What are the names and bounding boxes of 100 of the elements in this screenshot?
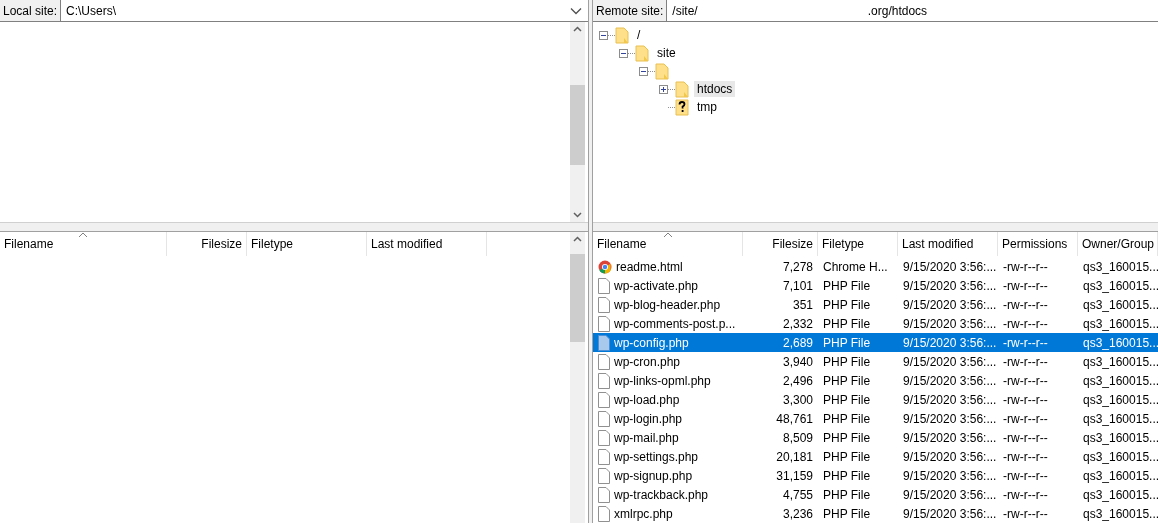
file-row[interactable]: wp-config.php 2,689 PHP File 9/15/2020 3:56:... -rw-r--r-- qs3_160015... bbox=[593, 333, 1158, 352]
table-cell: 351 bbox=[792, 297, 813, 312]
file-row[interactable]: wp-signup.php 31,159 PHP File 9/15/2020 3:56:... -rw-r--r-- qs3_160015... bbox=[593, 466, 1158, 485]
column-header[interactable]: Filetype bbox=[247, 232, 367, 256]
column-header[interactable]: Last modified bbox=[367, 232, 487, 256]
column-header[interactable]: Filesize bbox=[167, 232, 247, 256]
local-site-field[interactable]: C:\Users\ bbox=[60, 0, 588, 21]
table-cell: wp-config.php bbox=[614, 335, 689, 350]
table-cell: qs3_160015... bbox=[1083, 335, 1158, 350]
table-cell: 2,496 bbox=[782, 373, 813, 388]
table-cell: 9/15/2020 3:56:... bbox=[903, 373, 997, 388]
tree-item[interactable]: tmp bbox=[694, 99, 720, 115]
scrollbar[interactable] bbox=[570, 22, 585, 222]
scrollbar[interactable] bbox=[570, 232, 585, 523]
table-cell: 48,761 bbox=[776, 411, 813, 426]
file-row[interactable]: wp-links-opml.php 2,496 PHP File 9/15/2020 3:56:... -rw-r--r-- qs3_160015... bbox=[593, 371, 1158, 390]
table-cell: 9/15/2020 3:56:... bbox=[903, 278, 997, 293]
table-cell: wp-comments-post.p... bbox=[614, 316, 736, 331]
table-cell: 9/15/2020 3:56:... bbox=[903, 411, 997, 426]
file-row[interactable]: xmlrpc.php 3,236 PHP File 9/15/2020 3:56:... -rw-r--r-- qs3_160015... bbox=[593, 504, 1158, 523]
table-cell: PHP File bbox=[823, 468, 871, 483]
table-cell: qs3_160015... bbox=[1083, 354, 1158, 369]
column-header[interactable]: Permissions bbox=[998, 232, 1078, 256]
table-cell: 9/15/2020 3:56:... bbox=[903, 392, 997, 407]
browser-icon bbox=[598, 259, 612, 274]
column-header[interactable]: Last modified bbox=[898, 232, 998, 256]
table-cell: readme.html bbox=[616, 259, 683, 274]
file-row[interactable]: wp-cron.php 3,940 PHP File 9/15/2020 3:56:... -rw-r--r-- qs3_160015... bbox=[593, 352, 1158, 371]
table-cell: -rw-r--r-- bbox=[1003, 316, 1048, 331]
table-cell: 9/15/2020 3:56:... bbox=[903, 468, 997, 483]
file-row[interactable]: wp-activate.php 7,101 PHP File 9/15/2020 3:56:... -rw-r--r-- qs3_160015... bbox=[593, 276, 1158, 295]
table-cell: -rw-r--r-- bbox=[1003, 373, 1048, 388]
table-cell: -rw-r--r-- bbox=[1003, 468, 1048, 483]
tree-item[interactable]: htdocs bbox=[694, 81, 736, 97]
table-cell: 3,236 bbox=[782, 506, 813, 521]
file-row[interactable]: wp-login.php 48,761 PHP File 9/15/2020 3:56:... -rw-r--r-- qs3_160015... bbox=[593, 409, 1158, 428]
table-cell: 9/15/2020 3:56:... bbox=[903, 259, 997, 274]
table-cell: qs3_160015... bbox=[1083, 487, 1158, 502]
question-folder-icon bbox=[675, 98, 689, 116]
table-cell: PHP File bbox=[823, 392, 871, 407]
file-row[interactable]: wp-settings.php 20,181 PHP File 9/15/2020 3:56:... -rw-r--r-- qs3_160015... bbox=[593, 447, 1158, 466]
collapse-icon[interactable] bbox=[619, 48, 628, 58]
table-cell: 9/15/2020 3:56:... bbox=[903, 316, 997, 331]
table-cell: 31,159 bbox=[776, 468, 813, 483]
column-header[interactable]: Filename bbox=[593, 232, 743, 256]
scroll-thumb[interactable] bbox=[570, 254, 585, 342]
table-cell: 9/15/2020 3:56:... bbox=[903, 506, 997, 521]
table-cell: qs3_160015... bbox=[1083, 411, 1158, 426]
file-row[interactable]: wp-blog-header.php 351 PHP File 9/15/2020 3:56:... -rw-r--r-- qs3_160015... bbox=[593, 295, 1158, 314]
column-header[interactable]: Filesize bbox=[743, 232, 818, 256]
file-row[interactable]: wp-mail.php 8,509 PHP File 9/15/2020 3:56:... -rw-r--r-- qs3_160015... bbox=[593, 428, 1158, 447]
table-cell: qs3_160015... bbox=[1083, 468, 1158, 483]
collapse-icon[interactable] bbox=[639, 66, 648, 76]
collapse-icon[interactable] bbox=[599, 30, 608, 40]
table-cell: 2,332 bbox=[782, 316, 813, 331]
table-cell: -rw-r--r-- bbox=[1003, 278, 1048, 293]
file-row[interactable]: wp-comments-post.p... 2,332 PHP File 9/15/2020 3:56:... -rw-r--r-- qs3_160015... bbox=[593, 314, 1158, 333]
table-cell: -rw-r--r-- bbox=[1003, 430, 1048, 445]
table-cell: -rw-r--r-- bbox=[1003, 354, 1048, 369]
column-header[interactable]: Owner/Group bbox=[1078, 232, 1158, 256]
table-cell: -rw-r--r-- bbox=[1003, 335, 1048, 350]
table-cell: qs3_160015... bbox=[1083, 430, 1158, 445]
table-cell: wp-links-opml.php bbox=[614, 373, 711, 388]
column-header[interactable]: Filename bbox=[0, 232, 167, 256]
file-row[interactable]: wp-trackback.php 4,755 PHP File 9/15/2020 3:56:... -rw-r--r-- qs3_160015... bbox=[593, 485, 1158, 504]
scroll-thumb[interactable] bbox=[570, 85, 585, 165]
remote-site-label: Remote site: bbox=[595, 3, 665, 20]
table-cell: wp-signup.php bbox=[614, 468, 693, 483]
file-row[interactable]: readme.html 7,278 Chrome H... 9/15/2020 3:56:... -rw-r--r-- qs3_160015... bbox=[593, 257, 1158, 276]
table-cell: 3,940 bbox=[782, 354, 813, 369]
column-header[interactable]: Filetype bbox=[818, 232, 898, 256]
table-cell: PHP File bbox=[823, 506, 871, 521]
table-cell: qs3_160015... bbox=[1083, 316, 1158, 331]
table-cell: PHP File bbox=[823, 316, 871, 331]
dropdown-icon[interactable] bbox=[570, 6, 582, 15]
table-cell: qs3_160015... bbox=[1083, 449, 1158, 464]
table-cell: 20,181 bbox=[776, 449, 813, 464]
table-cell: xmlrpc.php bbox=[614, 506, 673, 521]
folder-icon bbox=[615, 26, 629, 44]
expand-icon[interactable] bbox=[659, 84, 668, 94]
file-row[interactable]: wp-load.php 3,300 PHP File 9/15/2020 3:56:... -rw-r--r-- qs3_160015... bbox=[593, 390, 1158, 409]
folder-icon bbox=[635, 44, 649, 62]
table-cell: -rw-r--r-- bbox=[1003, 411, 1048, 426]
remote-site-field[interactable]: /site/ .org/htdocs bbox=[666, 0, 1158, 21]
table-cell: PHP File bbox=[823, 449, 871, 464]
table-cell: PHP File bbox=[823, 354, 871, 369]
table-cell: -rw-r--r-- bbox=[1003, 259, 1048, 274]
file-icon bbox=[598, 391, 610, 408]
file-icon bbox=[598, 410, 610, 427]
table-cell: 9/15/2020 3:56:... bbox=[903, 487, 997, 502]
sort-icon bbox=[78, 232, 88, 238]
tree-item[interactable]: / bbox=[634, 27, 644, 43]
table-cell: qs3_160015... bbox=[1083, 278, 1158, 293]
table-cell: PHP File bbox=[823, 487, 871, 502]
table-cell: wp-mail.php bbox=[614, 430, 679, 445]
table-cell: qs3_160015... bbox=[1083, 297, 1158, 312]
table-cell: qs3_160015... bbox=[1083, 373, 1158, 388]
tree-item[interactable]: site bbox=[654, 45, 679, 61]
table-cell: wp-load.php bbox=[614, 392, 680, 407]
table-cell: 9/15/2020 3:56:... bbox=[903, 335, 997, 350]
